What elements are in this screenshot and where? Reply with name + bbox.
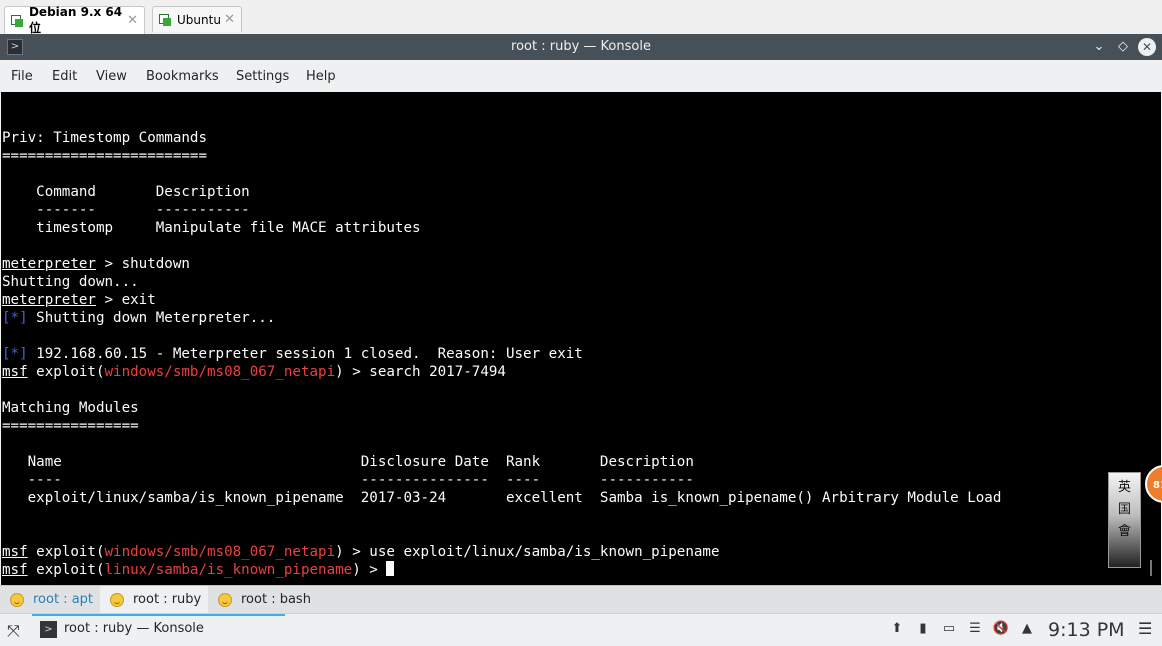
vm-tab-ubuntu[interactable]: Ubuntu ✕ [152,6,242,32]
display-icon[interactable]: ▭ [940,620,958,638]
tab-label: root : ruby [133,592,202,607]
vm-tab-debian[interactable]: Debian 9.x 64 位 ✕ [4,5,145,35]
tab-root-ruby[interactable]: root : ruby [100,586,208,613]
smiley-icon [110,592,124,607]
task-label[interactable]: root : ruby — Konsole [64,621,204,636]
terminal-line: Command Description [2,184,250,200]
menu-view[interactable]: View [96,69,127,84]
terminal-line: msf exploit(windows/smb/ms08_067_netapi)… [2,363,506,381]
terminal-line: ======================== [2,148,207,164]
module-name: windows/smb/ms08_067_netapi [104,364,336,380]
terminal-line: meterpreter > shutdown [2,255,190,273]
floating-image-text: 英 国 會 [1117,480,1131,539]
volume-muted-icon[interactable]: 🔇 [992,620,1010,638]
exploit-prefix: exploit( [27,562,105,578]
floating-image-widget[interactable]: 英 国 會 [1108,472,1141,568]
konsole-tab-bar: root : apt root : ruby root : bash [0,585,1162,613]
panel-menu-icon[interactable]: ☰ [1138,619,1152,638]
smiley-icon [218,592,232,607]
command-text: > exit [95,292,156,308]
clipboard-icon[interactable]: ☰ [966,620,984,638]
msf-prompt: msf [2,562,28,578]
status-marker: [*] [2,310,28,326]
vm-icon [159,13,172,26]
terminal-line: msf exploit(windows/smb/ms08_067_netapi)… [2,543,720,561]
tab-root-bash[interactable]: root : bash [208,586,318,613]
vm-tab-strip: Debian 9.x 64 位 ✕ Ubuntu ✕ [0,0,1162,35]
tray-expand-icon[interactable]: ▲ [1018,620,1036,638]
terminal-line: ------- ----------- [2,202,250,218]
minimize-button[interactable]: ⌄ [1090,38,1108,56]
exploit-prefix: exploit( [27,544,105,560]
results-header: Name Disclosure Date Rank Description [2,454,694,470]
command-text: > shutdown [95,256,190,272]
menu-help[interactable]: Help [306,69,336,84]
module-name: linux/samba/is_known_pipename [104,562,353,578]
konsole-task-icon: > [40,621,57,638]
scrollbar-handle[interactable] [1150,560,1152,576]
menu-edit[interactable]: Edit [52,69,77,84]
terminal-line: [*] 192.168.60.15 - Meterpreter session … [2,345,583,363]
terminal-line: ================ [2,418,139,434]
terminal-line: Shutting down... [2,274,139,290]
terminal-line: Priv: Timestomp Commands [2,130,207,146]
terminal-line: meterpreter > exit [2,291,156,309]
vm-icon [11,14,24,27]
terminal-prompt-line[interactable]: msf exploit(linux/samba/is_known_pipenam… [2,561,395,579]
close-icon[interactable]: ✕ [127,13,138,28]
terminal-line: Matching Modules [2,400,139,416]
terminal-line: [*] Shutting down Meterpreter... [2,309,275,327]
msf-prompt: msf [2,544,28,560]
smiley-icon [10,592,24,607]
tab-root-apt[interactable]: root : apt [0,586,100,613]
task-progress-indicator [32,614,285,616]
tab-label: root : bash [241,592,311,607]
menu-settings[interactable]: Settings [236,69,289,84]
command-text: ) > search 2017-7494 [335,364,506,380]
close-icon[interactable]: ✕ [224,12,235,27]
output-text: Shutting down Meterpreter... [27,310,276,326]
status-marker: [*] [2,346,28,362]
application-launcher-icon[interactable]: ⤧ [7,621,20,641]
module-name: windows/smb/ms08_067_netapi [104,544,336,560]
maximize-button[interactable]: ◇ [1114,38,1132,56]
command-text: ) > use exploit/linux/samba/is_known_pip… [335,544,720,560]
terminal-view[interactable]: Priv: Timestomp Commands ===============… [1,92,1161,585]
exploit-prefix: exploit( [27,364,105,380]
msf-prompt: msf [2,364,28,380]
meterpreter-prompt: meterpreter [2,292,96,308]
menu-file[interactable]: File [11,69,33,84]
tab-label: root : apt [33,592,94,607]
clock[interactable]: 9:13 PM [1048,619,1125,641]
window-titlebar[interactable]: > root : ruby — Konsole ⌄ ◇ ✕ [0,34,1162,60]
menu-bookmarks[interactable]: Bookmarks [146,69,219,84]
results-row: exploit/linux/samba/is_known_pipename 20… [2,490,1002,506]
menu-bar: File Edit View Bookmarks Settings Help [0,60,1162,92]
meterpreter-prompt: meterpreter [2,256,96,272]
usb-device-icon[interactable]: ▮ [914,620,932,638]
close-window-button[interactable]: ✕ [1138,38,1156,56]
vm-tab-label: Ubuntu [177,12,221,27]
taskbar: ⤧ > root : ruby — Konsole ⬆ ▮ ▭ ☰ 🔇 ▲ 9:… [0,613,1162,646]
text-cursor [386,561,395,576]
window-title: root : ruby — Konsole [511,39,651,54]
output-text: 192.168.60.15 - Meterpreter session 1 cl… [27,346,583,362]
terminal-line: timestomp Manipulate file MACE attribute… [2,220,421,236]
results-rule: ---- --------------- ---- ----------- [2,472,694,488]
vm-tab-label: Debian 9.x 64 位 [28,5,123,35]
prompt-tail: ) > [352,562,387,578]
update-notifier-icon[interactable]: ⬆ [888,620,906,638]
